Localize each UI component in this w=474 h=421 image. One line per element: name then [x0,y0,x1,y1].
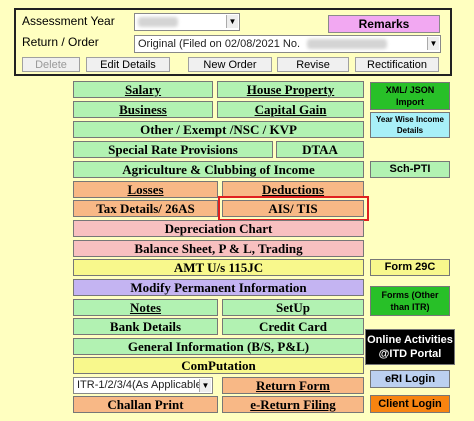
amt-115jc-button[interactable]: AMT U/s 115JC [73,259,364,276]
year-wise-income-button[interactable]: Year Wise Income Details [370,112,450,138]
notes-label: Notes [129,300,162,315]
delete-button[interactable]: Delete [22,57,80,72]
itr-type-select[interactable]: ITR-1/2/3/4(As Applicable) ▼ [73,377,213,394]
assessment-year-label: Assessment Year [22,14,115,28]
challan-print-button[interactable]: Challan Print [73,396,218,413]
losses-label: Losses [127,182,164,197]
eri-login-button[interactable]: eRI Login [370,370,450,388]
ais-tis-highlight [218,196,369,221]
salary-button[interactable]: Salary [73,81,213,98]
agriculture-clubbing-button[interactable]: Agriculture & Clubbing of Income [73,161,364,178]
filing-number-redacted [307,39,388,50]
e-return-filing-button[interactable]: e-Return Filing [222,396,364,413]
special-rate-provisions-button[interactable]: Special Rate Provisions [73,141,273,158]
notes-button[interactable]: Notes [73,299,218,316]
house-property-label: House Property [246,82,335,97]
deductions-label: Deductions [261,182,325,197]
dtaa-button[interactable]: DTAA [276,141,364,158]
assessment-year-select[interactable]: ▼ [134,13,240,31]
capital-gain-button[interactable]: Capital Gain [217,101,364,118]
tax-details-26as-button[interactable]: Tax Details/ 26AS [73,200,218,217]
computation-button[interactable]: ComPutation [73,357,364,374]
credit-card-button[interactable]: Credit Card [222,318,364,335]
return-form-label: Return Form [255,378,330,393]
other-exempt-button[interactable]: Other / Exempt /NSC / KVP [73,121,364,138]
xml-json-import-button[interactable]: XML/ JSON Import [370,82,450,110]
chevron-down-icon[interactable]: ▼ [226,15,238,28]
return-order-select[interactable]: Original (Filed on 02/08/2021 No. ▼ [134,35,441,53]
chevron-down-icon[interactable]: ▼ [199,379,211,392]
capital-gain-label: Capital Gain [254,102,327,117]
remarks-button[interactable]: Remarks [328,15,440,33]
business-button[interactable]: Business [73,101,213,118]
salary-label: Salary [124,82,162,97]
bank-details-button[interactable]: Bank Details [73,318,218,335]
modify-permanent-info-button[interactable]: Modify Permanent Information [73,279,364,296]
return-order-value: Original (Filed on 02/08/2021 No. [138,38,301,50]
forms-other-than-itr-button[interactable]: Forms (Other than ITR) [370,286,450,316]
losses-button[interactable]: Losses [73,181,218,198]
edit-details-button[interactable]: Edit Details [86,57,170,72]
e-return-filing-label: e-Return Filing [250,397,336,412]
return-form-button[interactable]: Return Form [222,377,364,394]
sch-pti-button[interactable]: Sch-PTI [370,161,450,178]
form-29c-button[interactable]: Form 29C [370,259,450,276]
business-label: Business [119,102,167,117]
rectification-button[interactable]: Rectification [355,57,439,72]
chevron-down-icon[interactable]: ▼ [427,37,439,50]
house-property-button[interactable]: House Property [217,81,364,98]
balance-sheet-button[interactable]: Balance Sheet, P & L, Trading [73,240,364,257]
new-order-button[interactable]: New Order [188,57,272,72]
depreciation-chart-button[interactable]: Depreciation Chart [73,220,364,237]
setup-button[interactable]: SetUp [222,299,364,316]
client-login-button[interactable]: Client Login [370,395,450,413]
general-information-button[interactable]: General Information (B/S, P&L) [73,338,364,355]
itr-type-value: ITR-1/2/3/4(As Applicable) [77,379,206,391]
online-activities-itd-portal-button[interactable]: Online Activities @ITD Portal [365,329,455,365]
revise-button[interactable]: Revise [277,57,349,72]
assessment-year-value-redacted [138,17,178,28]
return-order-label: Return / Order [22,35,99,49]
